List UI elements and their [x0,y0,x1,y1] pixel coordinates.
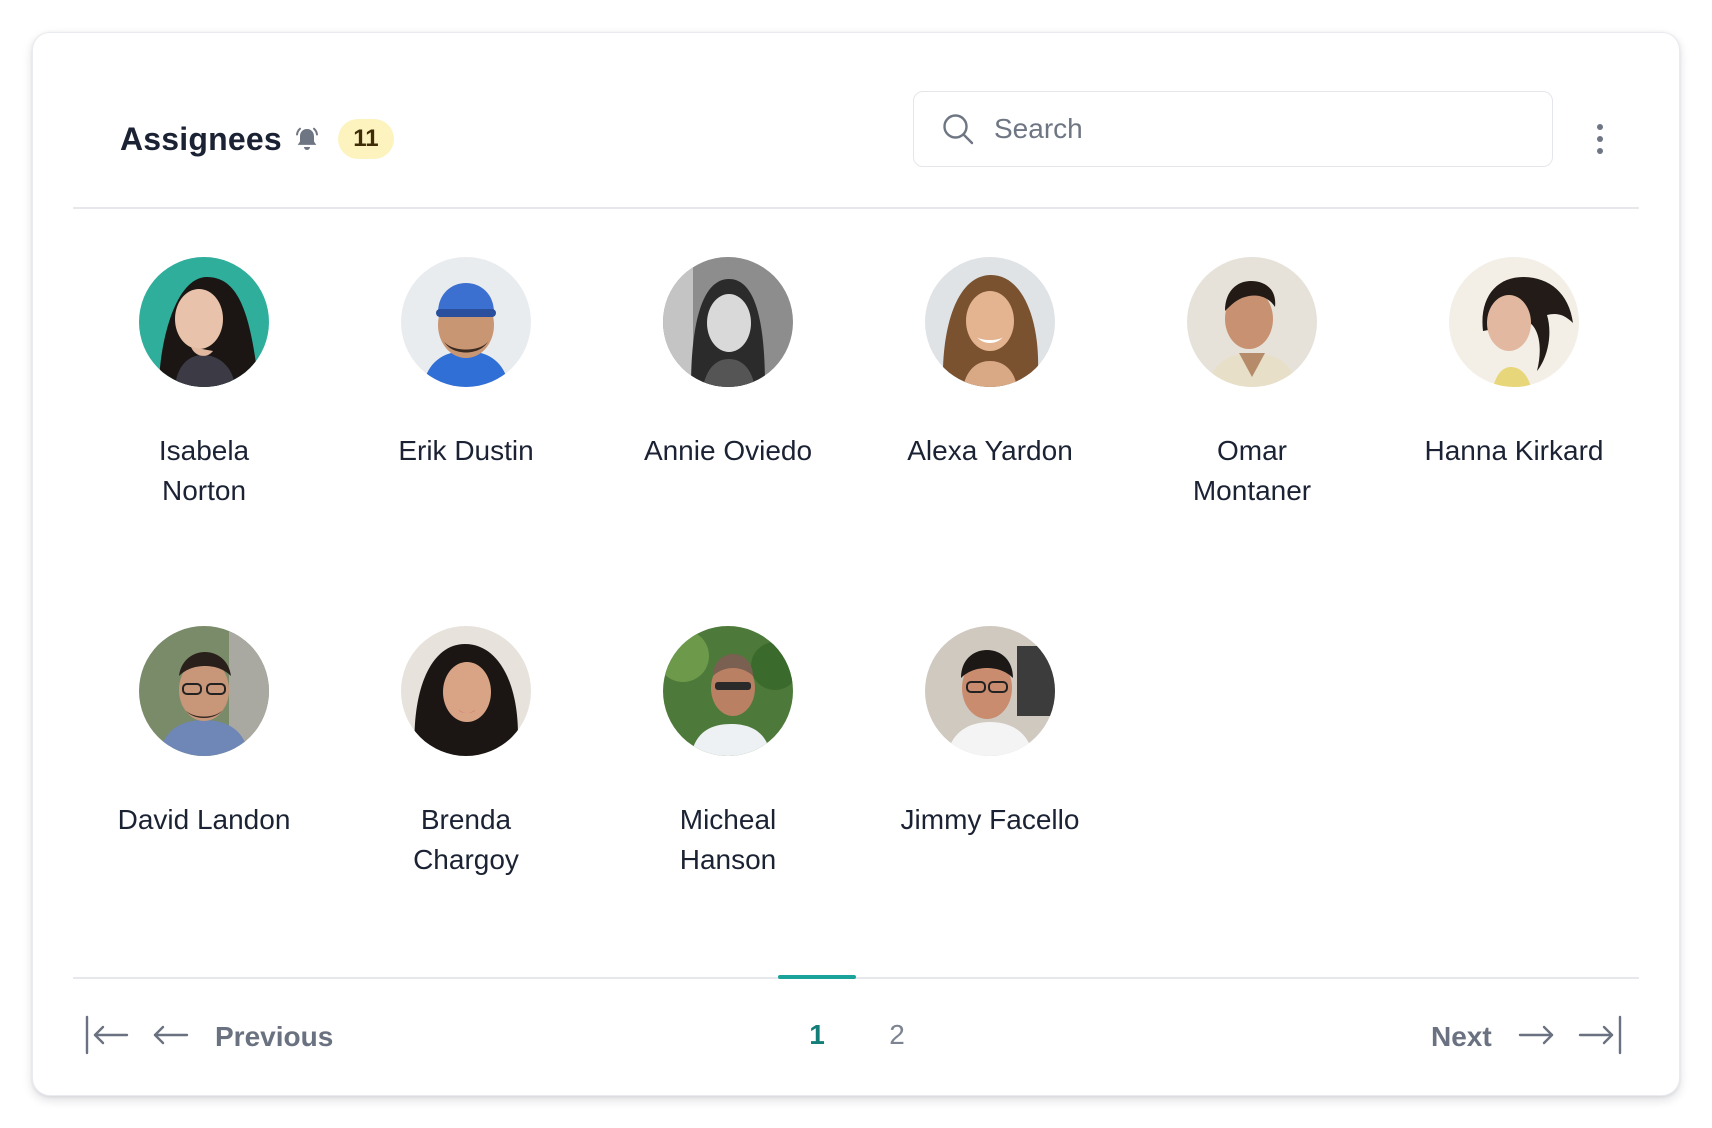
assignee-name: Micheal Hanson [679,804,777,875]
avatar [925,257,1055,387]
avatar [139,257,269,387]
assignee-grid: Isabela Norton Erik Dustin Annie Oviedo … [73,257,1641,995]
avatar [1449,257,1579,387]
avatar [925,626,1055,756]
search-box[interactable] [913,91,1553,167]
page-2-button[interactable]: 2 [858,1013,936,1057]
page-1-button[interactable]: 1 [778,1013,856,1057]
first-page-button[interactable] [83,1015,131,1059]
avatar [663,626,793,756]
assignee-card[interactable]: Jimmy Facello [859,626,1121,995]
arrow-left-icon [151,1013,191,1062]
avatar [663,257,793,387]
assignee-card[interactable]: David Landon [73,626,335,995]
assignee-name: Brenda Chargoy [413,804,519,875]
assignee-card[interactable]: Alexa Yardon [859,257,1121,626]
bell-ringing-icon[interactable] [292,124,322,154]
header-divider [73,207,1639,209]
avatar [401,626,531,756]
assignee-card[interactable]: Isabela Norton [73,257,335,626]
arrow-right-icon [1516,1013,1556,1062]
previous-page-button[interactable]: Previous [151,1015,333,1059]
avatar [401,257,531,387]
assignee-card[interactable]: Annie Oviedo [597,257,859,626]
current-page-indicator [778,975,856,979]
arrow-to-end-icon [1576,1013,1624,1062]
assignees-card: Assignees 11 Search Isabela Norton Erik … [32,32,1680,1096]
avatar [1187,257,1317,387]
assignee-name: Omar Montaner [1192,435,1312,506]
assignee-name: Alexa Yardon [907,435,1073,466]
assignee-name: Hanna Kirkard [1424,435,1604,466]
next-page-button[interactable]: Next [1431,1015,1556,1059]
assignee-name: Annie Oviedo [643,435,813,466]
assignee-card[interactable]: Hanna Kirkard [1383,257,1645,626]
assignee-card[interactable]: Micheal Hanson [597,626,859,995]
search-input[interactable] [994,109,1534,149]
page-title: Assignees [120,120,282,157]
search-icon [940,111,976,147]
pagination: Previous 1 2 Next [33,975,1679,1097]
assignee-card[interactable]: Omar Montaner [1121,257,1383,626]
card-header: Assignees 11 [33,33,1679,208]
assignee-card[interactable]: Erik Dustin [335,257,597,626]
avatar [139,626,269,756]
assignee-card[interactable]: Brenda Chargoy [335,626,597,995]
last-page-button[interactable] [1576,1015,1624,1059]
vertical-ellipsis-icon[interactable] [1582,111,1618,167]
assignee-name: Erik Dustin [398,435,534,466]
next-label: Next [1431,1021,1492,1052]
assignee-name: Isabela Norton [158,435,250,506]
assignee-count-badge: 11 [337,119,394,159]
assignee-name: Jimmy Facello [900,804,1080,835]
arrow-to-start-icon [83,1013,131,1062]
previous-label: Previous [215,1021,334,1052]
page-numbers: 1 2 [778,1013,936,1057]
assignee-name: David Landon [117,804,291,835]
title-group: Assignees 11 [120,119,394,159]
